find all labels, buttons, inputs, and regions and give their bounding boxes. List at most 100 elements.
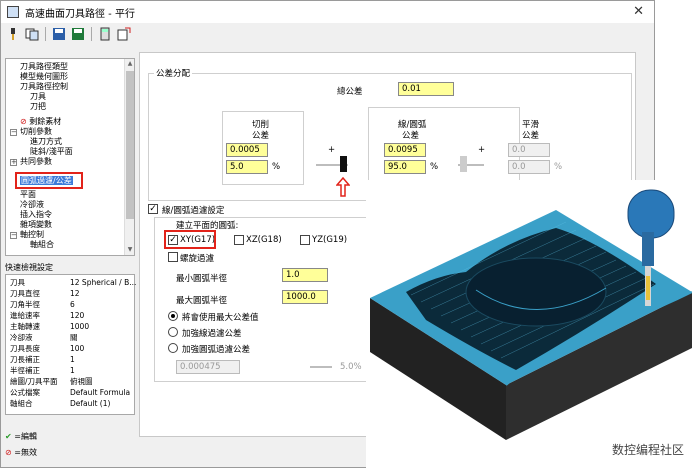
tree-item[interactable]: 切削參數 bbox=[20, 127, 52, 137]
plus-label: + bbox=[478, 145, 486, 155]
radio-arc-tolerance-label: 加強圓弧過濾公差 bbox=[182, 345, 251, 355]
arc-tolerance-input: 0.000475 bbox=[176, 360, 240, 374]
reset-icon[interactable] bbox=[116, 26, 132, 42]
invalid-icon: ⊘ bbox=[5, 448, 12, 457]
cut-label-2: 公差 bbox=[252, 131, 270, 141]
table-row: 刀角半徑 6 bbox=[10, 300, 75, 309]
total-tolerance-label: 總公差 bbox=[337, 87, 363, 97]
tree-item[interactable]: 刀具路徑控制 bbox=[20, 82, 68, 92]
quick-view-table: 刀具 12 Spherical / B... 刀具直徑 12 刀角半徑 6 進給速率 1… bbox=[5, 274, 137, 415]
radio-line-tolerance[interactable] bbox=[168, 327, 178, 337]
table-row: 刀具 12 Spherical / B... bbox=[10, 278, 137, 287]
toolbar bbox=[1, 23, 654, 45]
radio-max-tolerance[interactable] bbox=[168, 311, 178, 321]
tree-item[interactable]: 模型幾何圖形 bbox=[20, 72, 68, 82]
table-row: 刀具長度 100 bbox=[10, 344, 85, 353]
legend-edited: ✔ =編輯 bbox=[5, 432, 37, 441]
title-bar: 高速曲面刀具路徑 - 平行 ✕ bbox=[1, 1, 654, 23]
percent-label: % bbox=[272, 162, 281, 172]
xz-label: XZ(G18) bbox=[246, 235, 282, 245]
highlight-box bbox=[164, 230, 216, 249]
tree-item[interactable]: 進刀方式 bbox=[30, 137, 62, 147]
line-percent-input[interactable]: 95.0 bbox=[384, 160, 426, 174]
max-radius-input[interactable]: 1000.0 bbox=[282, 290, 328, 304]
cut-tolerance-input[interactable]: 0.0005 bbox=[226, 143, 268, 157]
helix-label: 螺旋過濾 bbox=[180, 254, 215, 264]
smooth-tolerance-input: 0.0 bbox=[508, 143, 550, 157]
min-radius-input[interactable]: 1.0 bbox=[282, 268, 328, 282]
tree-item[interactable]: 平面 bbox=[20, 190, 36, 200]
min-radius-label: 最小圓弧半徑 bbox=[176, 274, 228, 284]
table-row: 刀具直徑 12 bbox=[10, 289, 80, 298]
arc-slider-track bbox=[310, 366, 332, 368]
tree-item[interactable]: 陡斜/淺平面 bbox=[30, 147, 73, 157]
app-icon bbox=[7, 6, 19, 18]
tree-item[interactable]: 刀具路徑類型 bbox=[20, 62, 68, 72]
tree-scrollbar[interactable]: ▲ ▼ bbox=[124, 59, 134, 255]
save-as-icon[interactable] bbox=[70, 26, 86, 42]
scroll-down-icon[interactable]: ▼ bbox=[126, 246, 134, 254]
radio-arc-tolerance[interactable] bbox=[168, 343, 178, 353]
cut-line-slider-thumb[interactable] bbox=[340, 156, 347, 172]
table-row: 公式檔案 Default Formula bbox=[10, 388, 131, 397]
percent-label: % bbox=[430, 162, 439, 172]
xz-checkbox[interactable] bbox=[234, 235, 244, 245]
table-row: 主軸轉速 1000 bbox=[10, 322, 90, 331]
line-smooth-slider-thumb bbox=[460, 156, 467, 172]
smooth-label-2: 公差 bbox=[522, 131, 540, 141]
arc-filter-group-title: 線/圓弧過濾設定 bbox=[162, 206, 225, 216]
tree-item[interactable]: 共同參數 bbox=[20, 157, 52, 167]
collapse-icon[interactable]: − bbox=[10, 232, 17, 239]
arc-filter-checkbox[interactable]: ✓ bbox=[148, 204, 158, 214]
tree-item[interactable]: 雜項變數 bbox=[20, 220, 52, 230]
tolerance-group-title: 公差分配 bbox=[154, 67, 193, 79]
expand-icon[interactable]: + bbox=[10, 159, 17, 166]
cut-percent-input[interactable]: 5.0 bbox=[226, 160, 268, 174]
table-row: 軸組合 Default (1) bbox=[10, 399, 111, 408]
tree-item[interactable]: 軸組合 bbox=[30, 240, 54, 250]
machined-part-render bbox=[370, 189, 692, 440]
toolpath-preview-image: 数控编程社区 bbox=[366, 180, 692, 468]
watermark-text: 数控编程社区 bbox=[611, 443, 684, 457]
tree-item[interactable]: 插入指令 bbox=[20, 210, 52, 220]
total-tolerance-input[interactable]: 0.01 bbox=[398, 82, 454, 96]
tree-item[interactable]: 軸控制 bbox=[20, 230, 44, 240]
quick-view-label: 快速檢視設定 bbox=[5, 263, 53, 272]
table-row: 刀長補正 1 bbox=[10, 355, 75, 364]
percent-label: % bbox=[554, 162, 563, 172]
plus-label: + bbox=[328, 145, 336, 155]
up-arrow-icon bbox=[335, 176, 351, 200]
tree-item[interactable]: 刀具 bbox=[30, 92, 46, 102]
copy-icon[interactable] bbox=[24, 26, 40, 42]
tree-item[interactable]: ⊘ 剩餘素材 bbox=[20, 117, 61, 127]
close-icon[interactable]: ✕ bbox=[633, 4, 644, 19]
line-tolerance-input[interactable]: 0.0095 bbox=[384, 143, 426, 157]
smooth-percent-input: 0.0 bbox=[508, 160, 550, 174]
table-row: 冷卻液關 bbox=[10, 333, 78, 342]
invalid-icon: ⊘ bbox=[20, 117, 27, 126]
collapse-icon[interactable]: − bbox=[10, 129, 17, 136]
table-row: 半徑補正 1 bbox=[10, 366, 75, 375]
tree-item[interactable]: 刀把 bbox=[30, 102, 46, 112]
max-radius-label: 最大圓弧半徑 bbox=[176, 296, 228, 306]
radio-max-tolerance-label: 將會使用最大公差值 bbox=[182, 313, 259, 323]
parameter-tree: 刀具路徑類型 模型幾何圖形 刀具路徑控制 刀具 刀把 ⊘ 剩餘素材 − 切削參數… bbox=[5, 58, 135, 256]
table-row: 繪圖/刀具平面 俯視圖 bbox=[10, 377, 93, 386]
scroll-up-icon[interactable]: ▲ bbox=[126, 60, 134, 68]
scroll-thumb[interactable] bbox=[126, 71, 134, 219]
yz-label: YZ(G19) bbox=[312, 235, 348, 245]
highlight-box bbox=[15, 172, 83, 189]
window-title: 高速曲面刀具路徑 - 平行 bbox=[25, 8, 135, 20]
line-label-2: 公差 bbox=[402, 131, 420, 141]
helix-checkbox[interactable] bbox=[168, 252, 178, 262]
tree-item[interactable]: 冷卻液 bbox=[20, 200, 44, 210]
yz-checkbox[interactable] bbox=[300, 235, 310, 245]
arc-percent-label: 5.0% bbox=[340, 362, 362, 372]
calculator-icon[interactable] bbox=[97, 26, 113, 42]
save-icon[interactable] bbox=[51, 26, 67, 42]
table-row: 進給速率 120 bbox=[10, 311, 85, 320]
radio-line-tolerance-label: 加強線過濾公差 bbox=[182, 329, 242, 339]
check-icon: ✔ bbox=[5, 432, 12, 441]
tool-pick-icon[interactable] bbox=[5, 26, 21, 42]
legend-invalid: ⊘ =無效 bbox=[5, 448, 37, 457]
